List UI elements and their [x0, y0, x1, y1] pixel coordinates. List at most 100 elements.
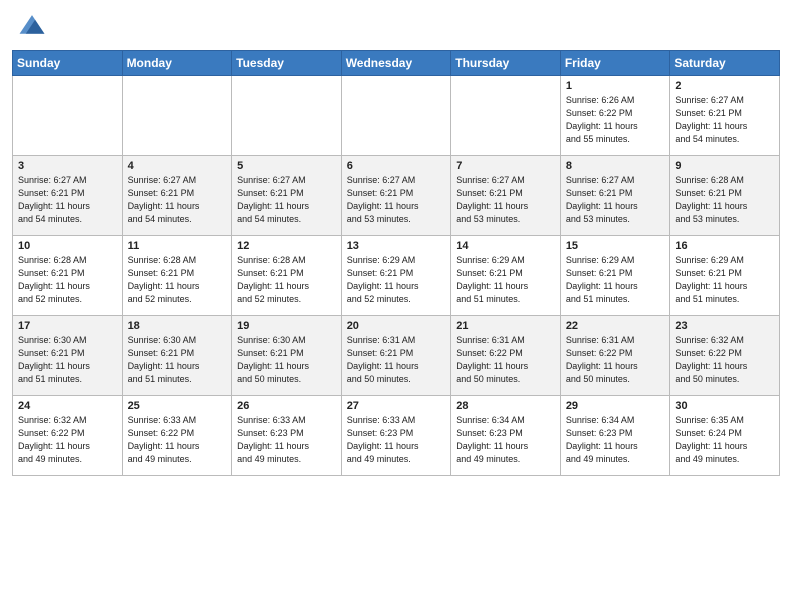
day-cell: 6 Sunrise: 6:27 AM Sunset: 6:21 PM Daylig…: [341, 156, 451, 236]
day-number: 23: [675, 320, 774, 332]
day-cell: 16Sunrise: 6:29 AM Sunset: 6:21 PM Dayli…: [670, 236, 780, 316]
day-number: 8: [566, 160, 665, 172]
day-info: Sunrise: 6:29 AM Sunset: 6:21 PM Dayligh…: [675, 254, 774, 306]
day-info: Sunrise: 6:32 AM Sunset: 6:22 PM Dayligh…: [18, 414, 117, 466]
weekday-thursday: Thursday: [451, 51, 561, 76]
day-info: Sunrise: 6:27 AM Sunset: 6:21 PM Dayligh…: [18, 174, 117, 226]
day-info: Sunrise: 6:28 AM Sunset: 6:21 PM Dayligh…: [675, 174, 774, 226]
week-row-5: 24 Sunrise: 6:32 AM Sunset: 6:22 PM Dayli…: [13, 396, 780, 476]
day-number: 22: [566, 320, 665, 332]
day-number: 17: [18, 320, 117, 332]
day-number: 24: [18, 400, 117, 412]
day-cell: 2 Sunrise: 6:27 AM Sunset: 6:21 PM Daylig…: [670, 76, 780, 156]
day-cell: 13Sunrise: 6:29 AM Sunset: 6:21 PM Dayli…: [341, 236, 451, 316]
day-number: 7: [456, 160, 555, 172]
day-info: Sunrise: 6:26 AM Sunset: 6:22 PM Dayligh…: [566, 94, 665, 146]
calendar-page: SundayMondayTuesdayWednesdayThursdayFrid…: [0, 0, 792, 612]
day-cell: 20 Sunrise: 6:31 AM Sunset: 6:21 PM Dayli…: [341, 316, 451, 396]
day-cell: 23Sunrise: 6:32 AM Sunset: 6:22 PM Dayli…: [670, 316, 780, 396]
day-cell: 28Sunrise: 6:34 AM Sunset: 6:23 PM Dayli…: [451, 396, 561, 476]
day-cell: [13, 76, 123, 156]
day-number: 11: [128, 240, 227, 252]
day-info: Sunrise: 6:30 AM Sunset: 6:21 PM Dayligh…: [237, 334, 336, 386]
day-number: 3: [18, 160, 117, 172]
day-cell: 17 Sunrise: 6:30 AM Sunset: 6:21 PM Dayli…: [13, 316, 123, 396]
day-number: 30: [675, 400, 774, 412]
calendar-table: SundayMondayTuesdayWednesdayThursdayFrid…: [12, 50, 780, 476]
day-info: Sunrise: 6:27 AM Sunset: 6:21 PM Dayligh…: [347, 174, 446, 226]
day-number: 10: [18, 240, 117, 252]
day-number: 20: [347, 320, 446, 332]
day-info: Sunrise: 6:35 AM Sunset: 6:24 PM Dayligh…: [675, 414, 774, 466]
day-number: 15: [566, 240, 665, 252]
weekday-row: SundayMondayTuesdayWednesdayThursdayFrid…: [13, 51, 780, 76]
day-cell: 19 Sunrise: 6:30 AM Sunset: 6:21 PM Dayli…: [232, 316, 342, 396]
day-cell: 4 Sunrise: 6:27 AM Sunset: 6:21 PM Daylig…: [122, 156, 232, 236]
day-info: Sunrise: 6:27 AM Sunset: 6:21 PM Dayligh…: [128, 174, 227, 226]
day-number: 6: [347, 160, 446, 172]
day-cell: 3 Sunrise: 6:27 AM Sunset: 6:21 PM Daylig…: [13, 156, 123, 236]
weekday-tuesday: Tuesday: [232, 51, 342, 76]
week-row-1: 1Sunrise: 6:26 AM Sunset: 6:22 PM Daylig…: [13, 76, 780, 156]
day-info: Sunrise: 6:31 AM Sunset: 6:22 PM Dayligh…: [456, 334, 555, 386]
day-cell: 14 Sunrise: 6:29 AM Sunset: 6:21 PM Dayli…: [451, 236, 561, 316]
day-cell: 27 Sunrise: 6:33 AM Sunset: 6:23 PM Dayli…: [341, 396, 451, 476]
day-info: Sunrise: 6:30 AM Sunset: 6:21 PM Dayligh…: [128, 334, 227, 386]
day-cell: 24 Sunrise: 6:32 AM Sunset: 6:22 PM Dayli…: [13, 396, 123, 476]
day-cell: 8 Sunrise: 6:27 AM Sunset: 6:21 PM Daylig…: [560, 156, 670, 236]
day-info: Sunrise: 6:27 AM Sunset: 6:21 PM Dayligh…: [675, 94, 774, 146]
day-number: 12: [237, 240, 336, 252]
calendar-body: 1Sunrise: 6:26 AM Sunset: 6:22 PM Daylig…: [13, 76, 780, 476]
day-number: 4: [128, 160, 227, 172]
day-info: Sunrise: 6:33 AM Sunset: 6:23 PM Dayligh…: [347, 414, 446, 466]
day-info: Sunrise: 6:30 AM Sunset: 6:21 PM Dayligh…: [18, 334, 117, 386]
day-info: Sunrise: 6:34 AM Sunset: 6:23 PM Dayligh…: [566, 414, 665, 466]
weekday-sunday: Sunday: [13, 51, 123, 76]
weekday-friday: Friday: [560, 51, 670, 76]
logo: [18, 12, 48, 40]
day-cell: 21 Sunrise: 6:31 AM Sunset: 6:22 PM Dayli…: [451, 316, 561, 396]
logo-icon: [18, 12, 46, 40]
day-number: 28: [456, 400, 555, 412]
day-cell: [451, 76, 561, 156]
day-info: Sunrise: 6:31 AM Sunset: 6:21 PM Dayligh…: [347, 334, 446, 386]
weekday-monday: Monday: [122, 51, 232, 76]
day-info: Sunrise: 6:27 AM Sunset: 6:21 PM Dayligh…: [566, 174, 665, 226]
day-cell: 5Sunrise: 6:27 AM Sunset: 6:21 PM Daylig…: [232, 156, 342, 236]
day-info: Sunrise: 6:33 AM Sunset: 6:22 PM Dayligh…: [128, 414, 227, 466]
day-number: 29: [566, 400, 665, 412]
day-info: Sunrise: 6:29 AM Sunset: 6:21 PM Dayligh…: [347, 254, 446, 306]
day-info: Sunrise: 6:29 AM Sunset: 6:21 PM Dayligh…: [456, 254, 555, 306]
day-number: 18: [128, 320, 227, 332]
day-info: Sunrise: 6:29 AM Sunset: 6:21 PM Dayligh…: [566, 254, 665, 306]
day-number: 9: [675, 160, 774, 172]
day-number: 25: [128, 400, 227, 412]
day-cell: 29 Sunrise: 6:34 AM Sunset: 6:23 PM Dayli…: [560, 396, 670, 476]
day-cell: 11 Sunrise: 6:28 AM Sunset: 6:21 PM Dayli…: [122, 236, 232, 316]
day-number: 26: [237, 400, 336, 412]
day-info: Sunrise: 6:27 AM Sunset: 6:21 PM Dayligh…: [456, 174, 555, 226]
week-row-2: 3 Sunrise: 6:27 AM Sunset: 6:21 PM Daylig…: [13, 156, 780, 236]
day-cell: 22 Sunrise: 6:31 AM Sunset: 6:22 PM Dayli…: [560, 316, 670, 396]
day-cell: 10 Sunrise: 6:28 AM Sunset: 6:21 PM Dayli…: [13, 236, 123, 316]
day-info: Sunrise: 6:33 AM Sunset: 6:23 PM Dayligh…: [237, 414, 336, 466]
day-cell: 18 Sunrise: 6:30 AM Sunset: 6:21 PM Dayli…: [122, 316, 232, 396]
day-cell: 1Sunrise: 6:26 AM Sunset: 6:22 PM Daylig…: [560, 76, 670, 156]
day-cell: 12 Sunrise: 6:28 AM Sunset: 6:21 PM Dayli…: [232, 236, 342, 316]
day-info: Sunrise: 6:27 AM Sunset: 6:21 PM Dayligh…: [237, 174, 336, 226]
day-cell: [232, 76, 342, 156]
day-number: 21: [456, 320, 555, 332]
day-cell: 7 Sunrise: 6:27 AM Sunset: 6:21 PM Daylig…: [451, 156, 561, 236]
day-cell: 25 Sunrise: 6:33 AM Sunset: 6:22 PM Dayli…: [122, 396, 232, 476]
week-row-4: 17 Sunrise: 6:30 AM Sunset: 6:21 PM Dayli…: [13, 316, 780, 396]
day-info: Sunrise: 6:31 AM Sunset: 6:22 PM Dayligh…: [566, 334, 665, 386]
day-cell: 30 Sunrise: 6:35 AM Sunset: 6:24 PM Dayli…: [670, 396, 780, 476]
day-number: 2: [675, 80, 774, 92]
day-info: Sunrise: 6:28 AM Sunset: 6:21 PM Dayligh…: [18, 254, 117, 306]
day-number: 19: [237, 320, 336, 332]
day-info: Sunrise: 6:28 AM Sunset: 6:21 PM Dayligh…: [237, 254, 336, 306]
day-cell: 15 Sunrise: 6:29 AM Sunset: 6:21 PM Dayli…: [560, 236, 670, 316]
day-info: Sunrise: 6:28 AM Sunset: 6:21 PM Dayligh…: [128, 254, 227, 306]
day-number: 27: [347, 400, 446, 412]
day-number: 14: [456, 240, 555, 252]
